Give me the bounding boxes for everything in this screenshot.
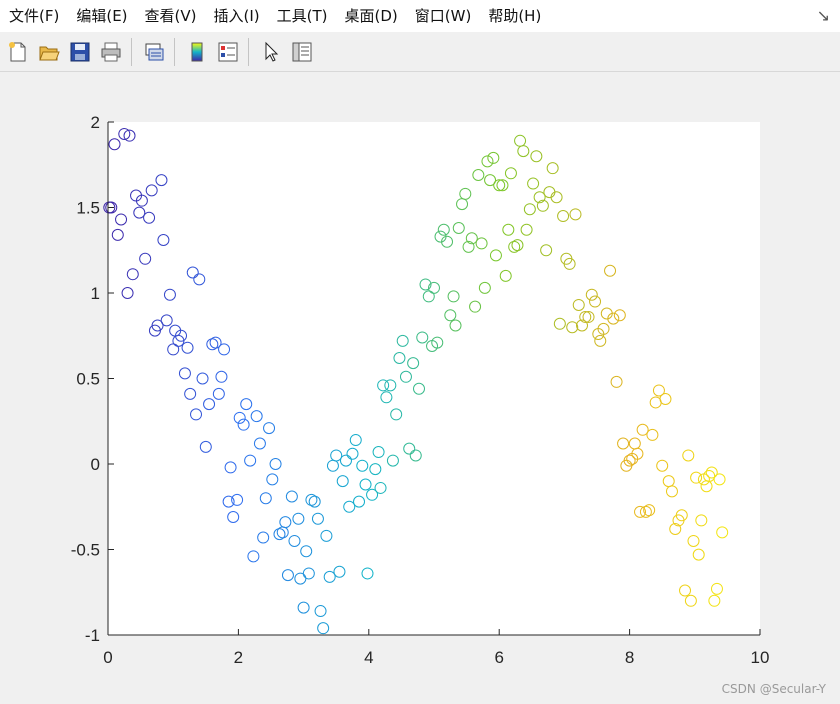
expand-menu-icon[interactable]: ↘ [817,6,830,25]
toolbar-separator [174,38,175,66]
y-tick-label: -0.5 [71,541,100,560]
y-tick-label: 2 [91,113,100,132]
axes-background [108,122,760,635]
menu-insert[interactable]: 插入(I) [205,0,260,32]
y-tick-label: 0 [91,455,100,474]
x-tick-label: 4 [364,648,373,667]
y-tick-label: 0.5 [76,370,100,389]
property-inspector-icon[interactable] [289,39,315,65]
print-icon[interactable] [98,39,124,65]
menu-help[interactable]: 帮助(H) [479,0,541,32]
toolbar-separator [131,38,132,66]
x-tick-label: 0 [103,648,112,667]
menu-tools[interactable]: 工具(T) [268,0,328,32]
colorbar-icon[interactable] [184,39,210,65]
y-tick-label: 1.5 [76,199,100,218]
toolbar [0,33,840,72]
figure-canvas: 0 2 4 6 8 10 -1 -0.5 0 0.5 1 1.5 2 [71,113,770,667]
edit-plot-arrow-icon[interactable] [258,39,284,65]
x-tick-label: 8 [625,648,634,667]
watermark: CSDN @Secular-Y [721,682,826,696]
menu-file[interactable]: 文件(F) [0,0,59,32]
y-tick-label: 1 [91,284,100,303]
menu-bar: 文件(F) 编辑(E) 查看(V) 插入(I) 工具(T) 桌面(D) 窗口(W… [0,0,840,32]
menu-window[interactable]: 窗口(W) [406,0,472,32]
legend-icon[interactable] [215,39,241,65]
menu-edit[interactable]: 编辑(E) [67,0,127,32]
link-plot-icon[interactable] [141,39,167,65]
menu-desktop[interactable]: 桌面(D) [336,0,398,32]
toolbar-separator [248,38,249,66]
y-tick-label: -1 [85,626,100,645]
new-figure-icon[interactable] [5,39,31,65]
menu-view[interactable]: 查看(V) [136,0,197,32]
x-tick-label: 6 [494,648,503,667]
save-icon[interactable] [67,39,93,65]
open-file-icon[interactable] [36,39,62,65]
x-tick-label: 10 [751,648,770,667]
x-tick-label: 2 [234,648,243,667]
